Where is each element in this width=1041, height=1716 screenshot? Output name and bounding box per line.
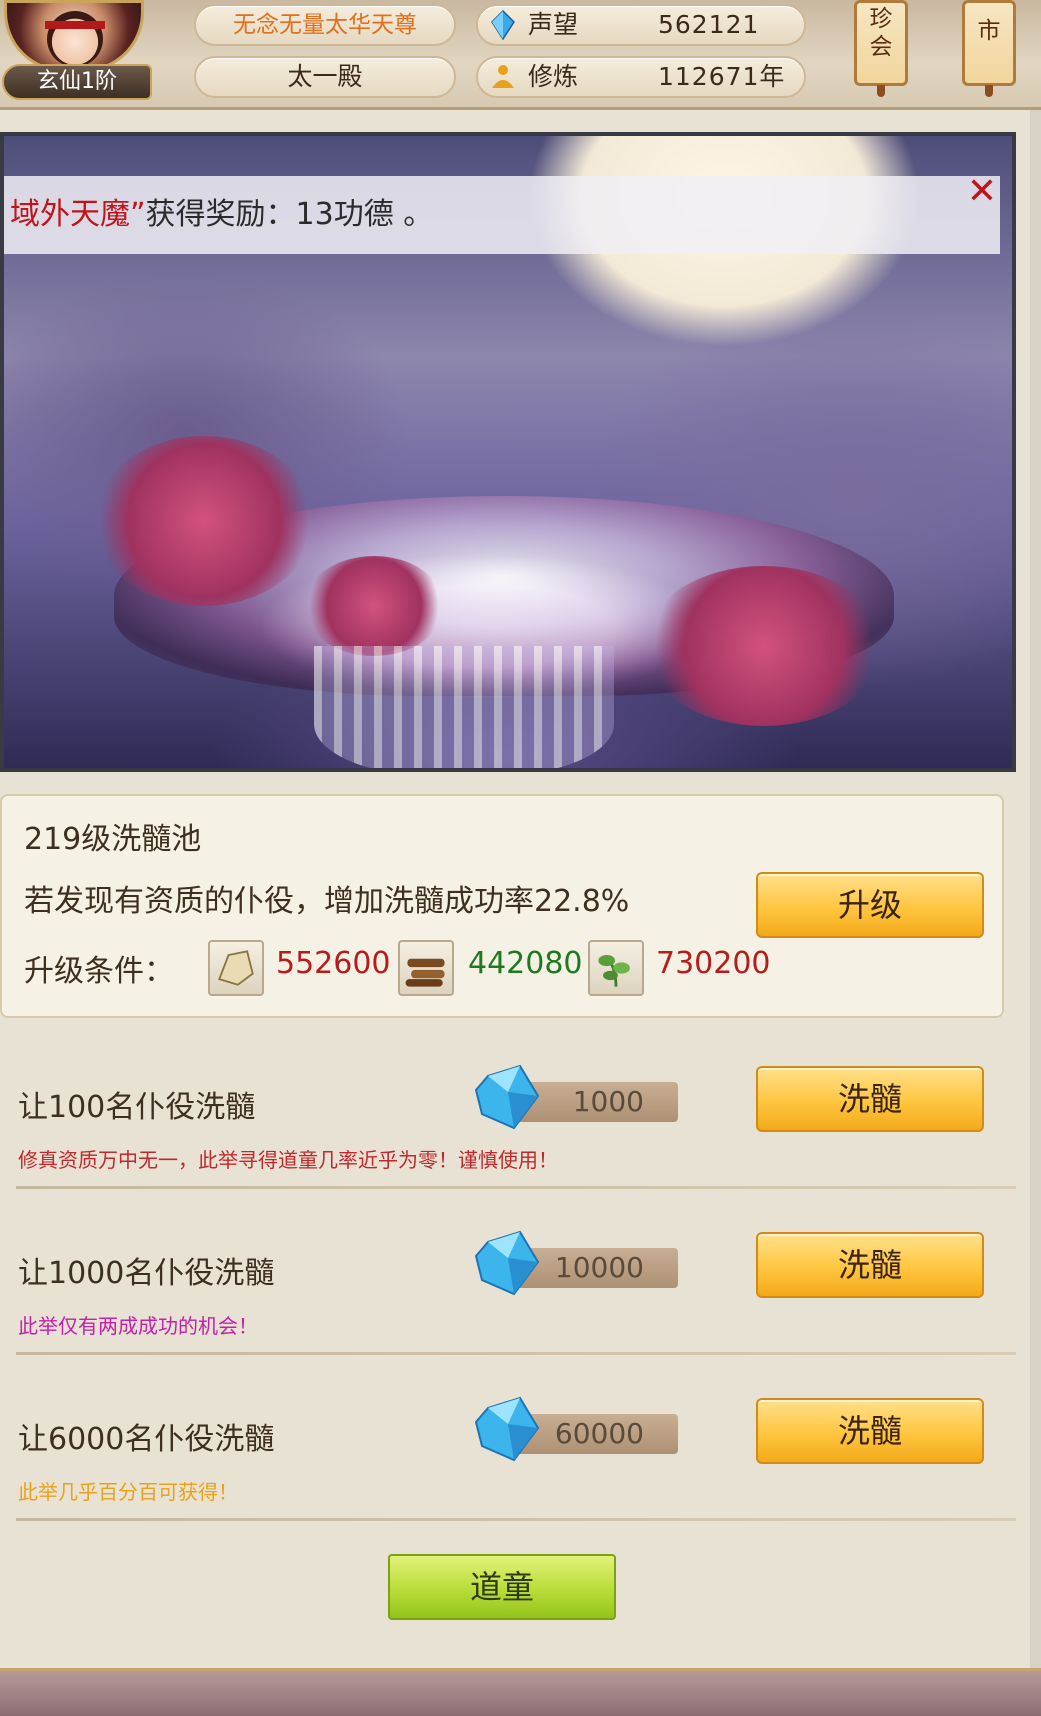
meditation-icon xyxy=(492,65,514,88)
wash-1000-title: 让1000名仆役洗髓 xyxy=(18,1256,275,1291)
reward-notice: 域外天魔”获得奖励：13功德 。 xyxy=(4,176,1000,254)
upgrade-button[interactable]: 升级 xyxy=(756,872,984,938)
wash-6000-hint: 此举几乎百分百可获得！ xyxy=(18,1480,238,1504)
pool-title: 219级洗髓池 xyxy=(24,822,202,857)
market-label: 市 xyxy=(977,18,1001,44)
herb-cost: 730200 xyxy=(656,946,771,981)
wash-100-title: 让100名仆役洗髓 xyxy=(18,1090,256,1125)
reputation-value: 562121 xyxy=(658,10,760,39)
wash-6000-button[interactable]: 洗髓 xyxy=(756,1398,984,1464)
cultivation-label: 修炼 xyxy=(528,62,579,91)
wash-1000-button[interactable]: 洗髓 xyxy=(756,1232,984,1298)
rank-badge: 玄仙1阶 xyxy=(2,64,152,100)
avatar-headband xyxy=(45,21,105,29)
row-divider xyxy=(16,1186,1016,1189)
player-avatar[interactable] xyxy=(4,0,144,72)
spirit-gem-icon xyxy=(474,1396,540,1462)
blossom-tree-left xyxy=(94,436,314,606)
row-divider xyxy=(16,1352,1016,1355)
cultivation-stat: 修炼 112671年 xyxy=(476,56,806,98)
wash-1000-hint: 此举仅有两成成功的机会！ xyxy=(18,1314,258,1338)
pool-scene-image: 域外天魔”获得奖励：13功德 。 ✕ xyxy=(0,132,1016,772)
waterfall xyxy=(314,646,614,768)
wash-6000-title: 让6000名仆役洗髓 xyxy=(18,1422,275,1457)
cultivation-value: 112671年 xyxy=(658,62,786,91)
wood-icon xyxy=(398,940,454,996)
close-notice-icon[interactable]: ✕ xyxy=(962,172,1002,212)
row-divider xyxy=(16,1518,1016,1521)
spirit-gem-icon xyxy=(474,1230,540,1296)
treasure-fair-button[interactable]: 珍 会 xyxy=(854,0,908,97)
player-title: 无念无量太华天尊 xyxy=(194,4,456,46)
market-button[interactable]: 市 xyxy=(962,0,1016,97)
reputation-stat: 声望 562121 xyxy=(476,4,806,46)
treasure-fair-label: 珍 会 xyxy=(869,6,893,60)
herb-icon xyxy=(588,940,644,996)
spirit-gem-icon xyxy=(474,1064,540,1130)
blossom-bush xyxy=(304,556,444,656)
stone-icon xyxy=(208,940,264,996)
player-hall: 太一殿 xyxy=(194,56,456,98)
stone-cost: 552600 xyxy=(276,946,391,981)
wash-100-hint: 修真资质万中无一，此举寻得道童几率近乎为零！谨慎使用！ xyxy=(18,1148,558,1172)
reputation-crystal-icon xyxy=(491,10,515,40)
top-bar: 玄仙1阶 无念无量太华天尊 太一殿 声望 562121 修炼 112671年 珍… xyxy=(0,0,1041,110)
pool-upgrade-panel: 219级洗髓池 若发现有资质的仆役，增加洗髓成功率22.8% 升级 升级条件： … xyxy=(0,794,1004,1018)
wash-100-button[interactable]: 洗髓 xyxy=(756,1066,984,1132)
reputation-label: 声望 xyxy=(528,10,579,39)
right-edge xyxy=(1030,110,1041,1668)
notice-highlight: 域外天魔” xyxy=(10,197,146,232)
pool-description: 若发现有资质的仆役，增加洗髓成功率22.8% xyxy=(24,884,630,919)
bottom-nav-bar xyxy=(0,1668,1041,1716)
upgrade-condition-label: 升级条件： xyxy=(24,954,174,989)
wood-cost: 442080 xyxy=(468,946,583,981)
avatar-face xyxy=(47,11,103,67)
notice-text: 获得奖励：13功德 。 xyxy=(145,197,434,232)
daotong-button[interactable]: 道童 xyxy=(388,1554,616,1620)
blossom-tree-right xyxy=(644,566,884,726)
